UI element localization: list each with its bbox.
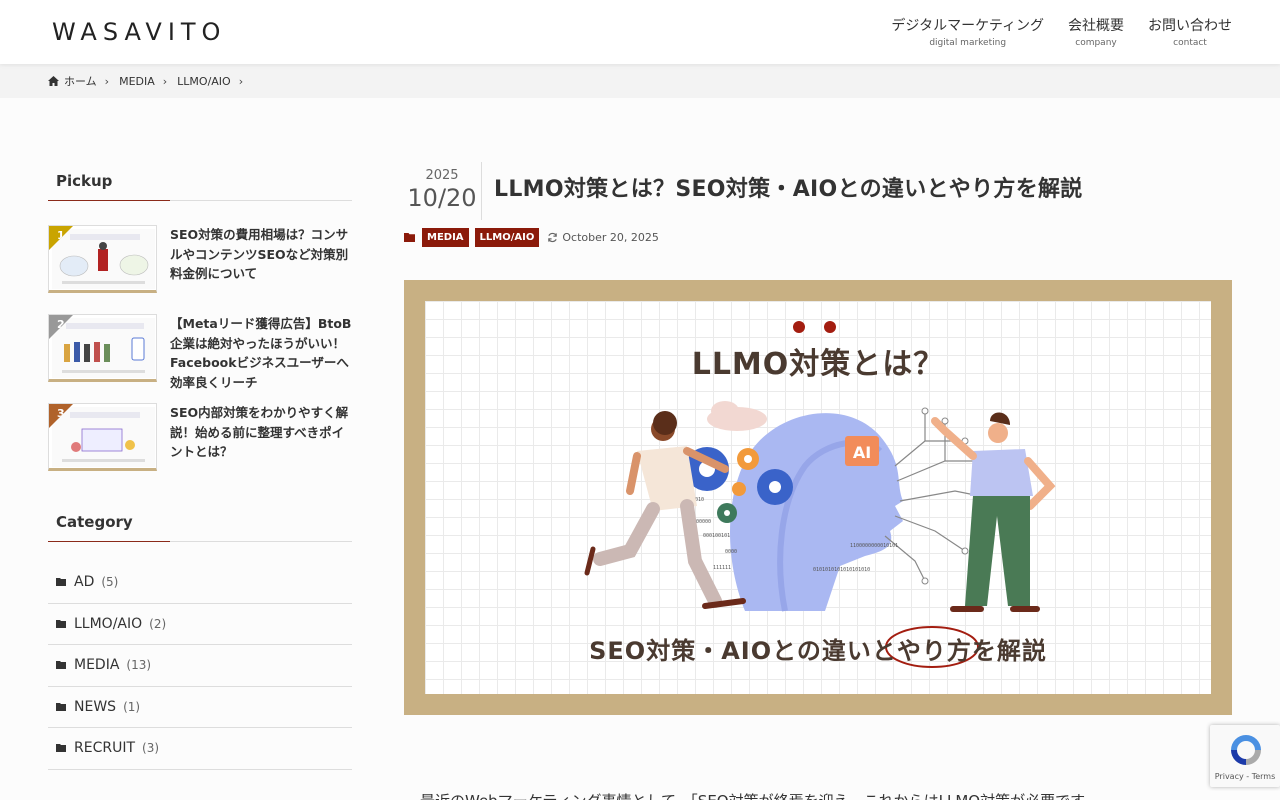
recaptcha-badge[interactable]: Privacy - Terms [1210,725,1280,787]
recaptcha-links[interactable]: Privacy - Terms [1210,772,1280,781]
folder-icon [404,233,415,242]
pickup-thumbnail[interactable]: 2 [48,314,157,382]
thumbnail-image [52,407,155,467]
pickup-item[interactable]: 3 SEO内部対策をわかりやすく解説！始める前に整理すべきポイントとは？ [48,403,352,471]
category-count: (1) [123,699,141,714]
svg-text:0000: 0000 [725,549,737,555]
post-meta: MEDIA LLMO/AIO October 20, 2025 [404,228,659,247]
nav-sublabel: company [1075,38,1117,48]
post-title: LLMO対策とは？SEO対策・AIOとの違いとやり方を解説 [494,177,1083,202]
nav-digital-marketing[interactable]: デジタルマーケティング digital marketing [891,16,1044,49]
sidebar: Pickup 1 SEO対策の費用相場は？コンサルやコンテンツSEOなど対策別料… [48,164,352,770]
post-date: 2025 10/20 [404,168,480,212]
nav-sublabel: contact [1173,38,1207,48]
category-widget: Category AD (5) LLMO/AIO (2) MEDIA (13) … [48,505,352,770]
pickup-thumbnail[interactable]: 3 [48,403,157,471]
tag-media[interactable]: MEDIA [422,228,469,247]
breadcrumb-label: ホーム [64,75,97,88]
category-item-llmo-aio[interactable]: LLMO/AIO (2) [48,604,352,645]
hero-image: LLMO対策とは？ AI 000000 000100101 0000 11111… [404,280,1232,715]
category-item-news[interactable]: NEWS (1) [48,687,352,728]
pickup-list: 1 SEO対策の費用相場は？コンサルやコンテンツSEOなど対策別料金例について … [48,225,352,471]
chevron-right-icon: › [238,74,244,88]
post-body-first-line: 最近のWebマーケティング事情として、「SEO対策が終焉を迎え、これからはLLM… [420,790,1085,800]
pickup-title[interactable]: 【Metaリード獲得広告】BtoB企業は絶対やったほうがいい！Facebookビ… [170,314,352,390]
category-name: LLMO/AIO [74,615,143,632]
post-month-day: 10/20 [407,184,477,212]
post-updated-date: October 20, 2025 [562,231,659,244]
category-name: RECRUIT [74,740,136,757]
category-item-recruit[interactable]: RECRUIT (3) [48,728,352,770]
nav-contact[interactable]: お問い合わせ contact [1148,16,1232,49]
pickup-item[interactable]: 2 【Metaリード獲得広告】BtoB企業は絶対やったほうがいい！Faceboo… [48,314,352,390]
home-icon [48,76,59,86]
pickup-heading: Pickup [48,164,352,201]
breadcrumb-media[interactable]: MEDIA [119,75,155,88]
site-header: WASAVITO デジタルマーケティング digital marketing 会… [0,0,1280,64]
pickup-title[interactable]: SEO対策の費用相場は？コンサルやコンテンツSEOなど対策別料金例について [170,225,352,293]
folder-icon [56,661,66,670]
svg-text:1100000000010101: 1100000000010101 [850,543,898,549]
hero-illustration: LLMO対策とは？ AI 000000 000100101 0000 11111… [425,301,1211,694]
thumbnail-image [52,229,155,289]
category-count: (3) [142,741,160,756]
post-year: 2025 [425,168,459,183]
refresh-icon [548,232,558,243]
category-name: MEDIA [74,657,120,674]
category-name: AD [74,574,95,591]
site-logo[interactable]: WASAVITO [52,19,226,45]
nav-label: 会社概要 [1068,18,1124,34]
category-count: (5) [101,575,119,590]
svg-text:0101010101010101010: 0101010101010101010 [813,567,870,573]
chevron-right-icon: › [104,74,110,88]
tag-llmo-aio[interactable]: LLMO/AIO [474,228,540,247]
ai-badge: AI [853,443,871,462]
pickup-thumbnail[interactable]: 1 [48,225,157,293]
folder-icon [56,702,66,711]
category-count: (13) [126,658,152,673]
category-name: NEWS [74,698,117,715]
breadcrumb-home[interactable]: ホーム [48,73,97,89]
pickup-item[interactable]: 1 SEO対策の費用相場は？コンサルやコンテンツSEOなど対策別料金例について [48,225,352,293]
pickup-title[interactable]: SEO内部対策をわかりやすく解説！始める前に整理すべきポイントとは？ [170,403,352,471]
breadcrumb: ホーム › MEDIA › LLMO/AIO › [0,64,1280,98]
global-nav: デジタルマーケティング digital marketing 会社概要 compa… [891,16,1232,49]
chevron-right-icon: › [162,74,168,88]
nav-company[interactable]: 会社概要 company [1068,16,1124,49]
breadcrumb-llmo-aio[interactable]: LLMO/AIO [177,75,231,88]
category-item-media[interactable]: MEDIA (13) [48,645,352,687]
category-item-ad[interactable]: AD (5) [48,562,352,604]
folder-icon [56,578,66,587]
hero-subtitle: SEO対策・AIOとの違いとやり方を解説 [589,637,1047,665]
category-list: AD (5) LLMO/AIO (2) MEDIA (13) NEWS (1) … [48,562,352,770]
nav-sublabel: digital marketing [929,38,1007,48]
nav-label: デジタルマーケティング [891,18,1044,34]
svg-text:000100101: 000100101 [703,533,730,539]
category-heading: Category [48,505,352,542]
recaptcha-icon [1231,735,1261,765]
thumbnail-image [52,318,155,378]
date-divider [481,162,482,220]
category-count: (2) [149,616,167,631]
folder-icon [56,619,66,628]
folder-icon [56,744,66,753]
nav-label: お問い合わせ [1148,18,1232,34]
svg-text:111111: 111111 [713,565,731,571]
